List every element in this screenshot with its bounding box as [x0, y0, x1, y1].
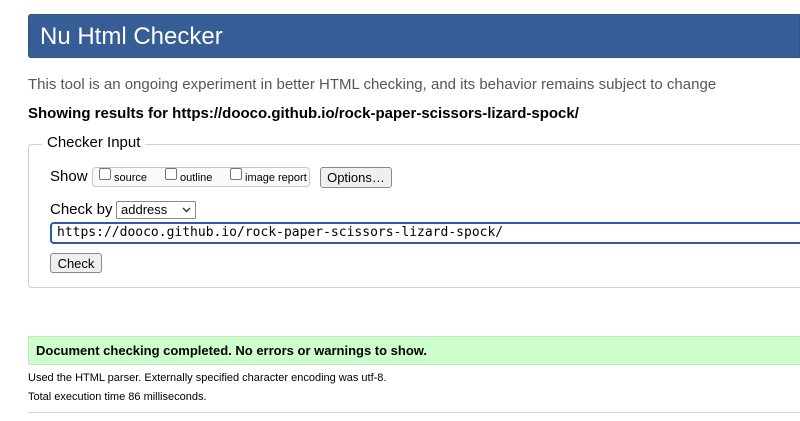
image-report-checkbox-label[interactable]: image report: [245, 172, 307, 184]
check-by-label: Check by: [50, 201, 113, 218]
source-checkbox[interactable]: [99, 168, 111, 180]
url-input[interactable]: https://dooco.github.io/rock-paper-sciss…: [50, 222, 800, 244]
showing-results-heading: Showing results for https://dooco.github…: [28, 105, 579, 122]
show-label: Show: [50, 168, 88, 185]
chevron-down-icon: [182, 207, 191, 213]
options-button[interactable]: Options…: [320, 167, 392, 188]
parser-info: Used the HTML parser. Externally specifi…: [28, 372, 387, 384]
page-title: Nu Html Checker: [40, 23, 223, 50]
execution-time-info: Total execution time 86 milliseconds.: [28, 391, 207, 403]
success-message: Document checking completed. No errors o…: [36, 343, 428, 358]
check-button[interactable]: Check: [50, 253, 102, 273]
divider: [28, 412, 800, 413]
checker-input-legend: Checker Input: [42, 134, 146, 152]
image-report-checkbox[interactable]: [230, 168, 242, 180]
page-header: Nu Html Checker: [28, 14, 800, 58]
outline-checkbox[interactable]: [165, 168, 177, 180]
outline-checkbox-label[interactable]: outline: [180, 172, 212, 184]
success-message-box: Document checking completed. No errors o…: [28, 336, 800, 365]
source-checkbox-label[interactable]: source: [114, 172, 147, 184]
tagline: This tool is an ongoing experiment in be…: [28, 76, 717, 93]
